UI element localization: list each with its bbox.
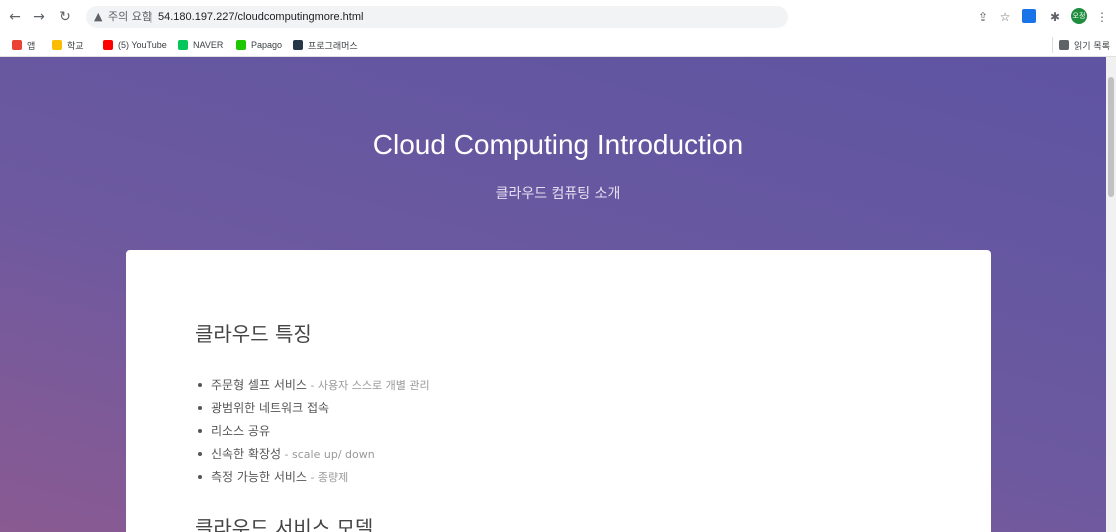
content-card: 클라우드 특징 주문형 셀프 서비스 - 사용자 스스로 개별 관리 광범위한 … bbox=[126, 250, 991, 532]
extension-icon[interactable] bbox=[1022, 9, 1036, 23]
list-item: 신속한 확장성 - scale up/ down bbox=[195, 443, 430, 466]
hero-subtitle: 클라우드 컴퓨팅 소개 bbox=[495, 186, 621, 202]
apps-grid-icon bbox=[12, 40, 22, 50]
list-item: 광범위한 네트워크 접속 bbox=[195, 397, 430, 420]
bookmarks-bar: 앱 학교 (5) YouTube NAVER Papago 프로그래머스 읽기 … bbox=[0, 34, 1116, 57]
bookmark-youtube[interactable]: (5) YouTube bbox=[103, 37, 167, 53]
feature-list: 주문형 셀프 서비스 - 사용자 스스로 개별 관리 광범위한 네트워크 접속 … bbox=[195, 374, 430, 489]
reload-icon[interactable]: ↻ bbox=[56, 8, 74, 26]
page-viewport: Cloud Computing Introduction 클라우드 컴퓨팅 소개… bbox=[0, 57, 1116, 532]
back-arrow-icon[interactable]: ← bbox=[6, 8, 24, 26]
naver-icon bbox=[178, 40, 188, 50]
papago-icon bbox=[236, 40, 246, 50]
url-separator: | bbox=[149, 10, 153, 23]
bookmark-naver[interactable]: NAVER bbox=[178, 37, 223, 53]
list-item: 리소스 공유 bbox=[195, 420, 430, 443]
browser-toolbar: ← → ↻ ▲ 주의 요함 | 54.180.197.227/cloudcomp… bbox=[0, 0, 1116, 35]
bookmark-star-icon[interactable]: ☆ bbox=[997, 9, 1013, 25]
section-title-service-models: 클라우드 서비스 모델 bbox=[195, 516, 374, 532]
url-text[interactable]: 54.180.197.227/cloudcomputingmore.html bbox=[158, 9, 363, 25]
bookmark-school[interactable]: 학교 bbox=[52, 37, 84, 53]
forward-arrow-icon[interactable]: → bbox=[30, 8, 48, 26]
reading-list-button[interactable]: 읽기 목록 bbox=[1052, 37, 1110, 53]
section-title-features: 클라우드 특징 bbox=[195, 322, 312, 346]
more-menu-icon[interactable]: ⋮ bbox=[1094, 9, 1110, 25]
security-warning-label[interactable]: 주의 요함 bbox=[108, 9, 152, 25]
bookmark-papago[interactable]: Papago bbox=[236, 37, 282, 53]
programmers-icon bbox=[293, 40, 303, 50]
warning-triangle-icon[interactable]: ▲ bbox=[94, 9, 102, 25]
list-item: 주문형 셀프 서비스 - 사용자 스스로 개별 관리 bbox=[195, 374, 430, 397]
scrollbar-thumb[interactable] bbox=[1108, 77, 1114, 197]
list-item: 측정 가능한 서비스 - 종량제 bbox=[195, 466, 430, 489]
hero-title: Cloud Computing Introduction bbox=[372, 129, 744, 160]
address-bar[interactable]: ▲ 주의 요함 | 54.180.197.227/cloudcomputingm… bbox=[86, 6, 788, 28]
bookmark-programmers[interactable]: 프로그래머스 bbox=[293, 37, 358, 53]
puzzle-extensions-icon[interactable]: ✱ bbox=[1047, 9, 1063, 25]
bookmark-apps[interactable]: 앱 bbox=[12, 37, 35, 53]
reading-list-icon bbox=[1059, 40, 1069, 50]
share-icon[interactable]: ⇪ bbox=[975, 9, 991, 25]
profile-avatar[interactable]: 오정 bbox=[1071, 8, 1087, 24]
folder-icon bbox=[52, 40, 62, 50]
scrollbar[interactable] bbox=[1106, 57, 1116, 532]
youtube-icon bbox=[103, 40, 113, 50]
